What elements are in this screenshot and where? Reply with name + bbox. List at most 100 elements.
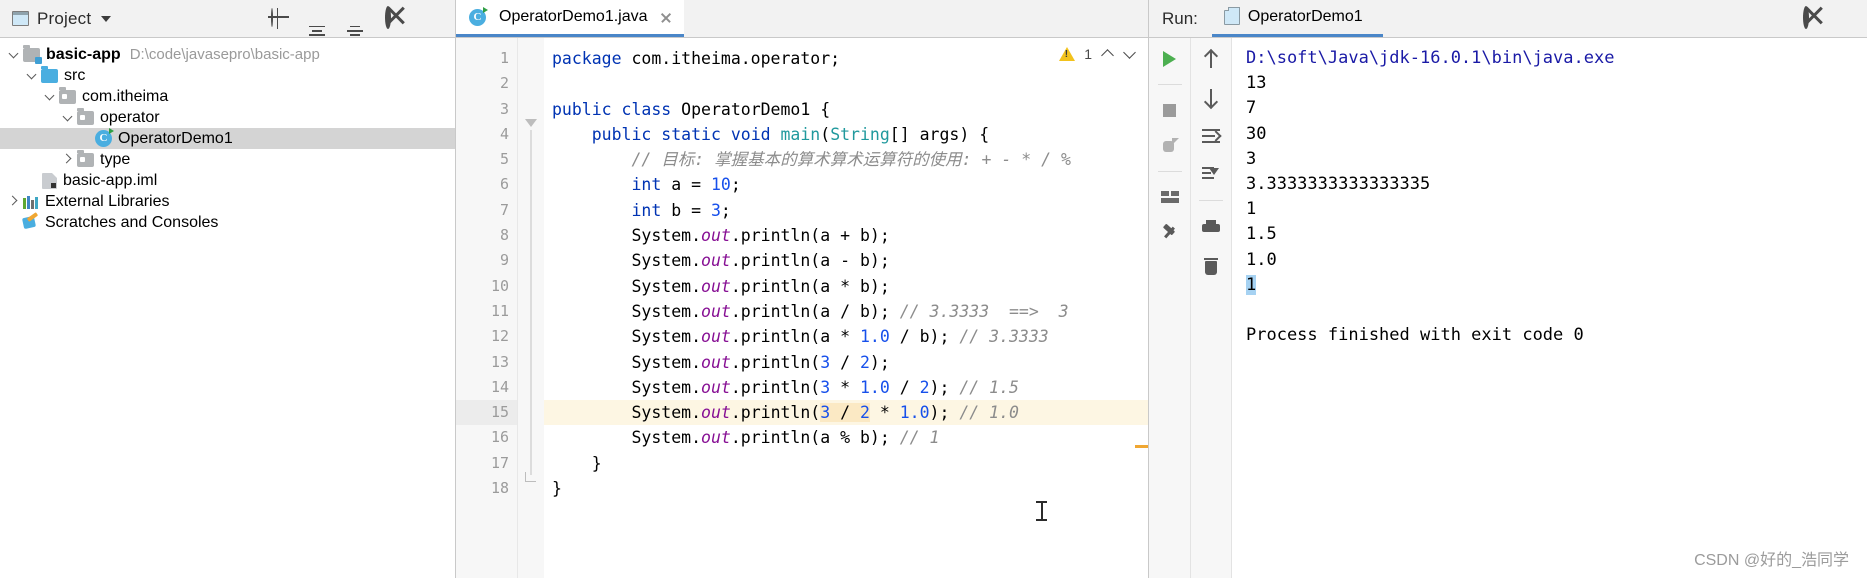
gear-icon[interactable]	[383, 5, 403, 29]
package-icon	[59, 86, 76, 104]
tab-run-operatordemo1[interactable]: OperatorDemo1	[1211, 0, 1383, 37]
chevron-down-icon[interactable]	[6, 46, 23, 63]
line-number: 13	[490, 352, 509, 371]
package-icon	[77, 149, 94, 167]
pin-icon[interactable]	[1157, 220, 1183, 246]
line-number: 8	[499, 226, 509, 245]
stop-icon[interactable]	[1157, 97, 1183, 123]
warning-triangle-icon	[1059, 47, 1076, 61]
project-tool-window: Project basic-app D:\code\javasepro\basi…	[0, 0, 456, 578]
module-icon	[23, 44, 42, 64]
tree-label: operator	[100, 109, 160, 126]
code-content[interactable]: package com.itheima.operator; public cla…	[544, 38, 1148, 578]
chevron-down-icon[interactable]	[101, 15, 112, 22]
editor-tabbar: C OperatorDemo1.java	[456, 0, 1148, 38]
iml-file-icon	[42, 172, 57, 189]
line-number: 1	[499, 49, 509, 67]
tree-row-external-libraries[interactable]: External Libraries	[0, 191, 455, 212]
tree-row-type[interactable]: type	[0, 149, 455, 170]
locate-icon[interactable]	[269, 7, 289, 29]
chevron-right-icon[interactable]	[60, 151, 77, 168]
chevron-down-icon[interactable]	[1123, 48, 1136, 61]
no-chevron-icon	[6, 214, 23, 231]
run-panel-body: D:\soft\Java\jdk-16.0.1\bin\java.exe 13 …	[1149, 38, 1867, 578]
console-line: Process finished with exit code 0	[1246, 325, 1584, 346]
code-line: System.out.println(a * 1.0 / b); // 3.33…	[552, 327, 1049, 347]
tree-row-scratches-and-consoles[interactable]: Scratches and Consoles	[0, 212, 455, 233]
run-tool-window: Run: OperatorDemo1 D:\soft\Java\jdk-16.0…	[1149, 0, 1867, 578]
down-arrow-icon[interactable]	[1198, 84, 1224, 110]
console-line: 1.0	[1246, 249, 1277, 270]
rerun-failed-tests-icon[interactable]	[1157, 133, 1183, 159]
code-line: System.out.println(a * b);	[552, 276, 890, 296]
scroll-to-end-icon[interactable]	[1198, 160, 1224, 186]
soft-wrap-icon[interactable]	[1198, 122, 1224, 148]
console-line: D:\soft\Java\jdk-16.0.1\bin\java.exe	[1246, 48, 1615, 68]
code-line: }	[552, 479, 562, 499]
tree-row-operatordemo1[interactable]: C OperatorDemo1	[0, 128, 455, 149]
line-number: 6	[499, 175, 509, 194]
code-line: }	[552, 453, 602, 473]
chevron-right-icon[interactable]	[6, 193, 23, 210]
watermark: CSDN @好的_浩同学	[1694, 552, 1849, 569]
project-panel-actions	[269, 5, 445, 37]
chevron-down-icon[interactable]	[24, 67, 41, 84]
project-panel-header: Project	[0, 0, 455, 38]
layout-icon[interactable]	[1157, 184, 1183, 210]
collapse-all-icon[interactable]	[345, 9, 365, 37]
tab-operatordemo1-java[interactable]: C OperatorDemo1.java	[456, 0, 684, 37]
project-title-group[interactable]: Project	[12, 9, 112, 29]
source-folder-icon	[41, 65, 58, 83]
code-line: package com.itheima.operator;	[552, 49, 841, 68]
up-arrow-icon[interactable]	[1198, 46, 1224, 72]
tree-label: basic-app.iml	[63, 172, 158, 189]
tree-label: basic-app	[46, 46, 121, 63]
run-config-icon	[1223, 6, 1240, 25]
console-output[interactable]: D:\soft\Java\jdk-16.0.1\bin\java.exe 13 …	[1232, 38, 1867, 578]
print-icon[interactable]	[1198, 215, 1224, 241]
run-icon[interactable]	[1157, 46, 1183, 72]
tree-row-com-itheima[interactable]: com.itheima	[0, 86, 455, 107]
code-line: public static void main(String[] args) {	[591, 124, 990, 144]
hide-panel-icon[interactable]	[1837, 9, 1857, 29]
console-line: 1.5	[1246, 224, 1277, 245]
chevron-down-icon[interactable]	[60, 109, 77, 126]
expand-all-icon[interactable]	[307, 9, 327, 37]
run-panel-header: Run: OperatorDemo1	[1149, 0, 1867, 38]
editor-gutter[interactable]: 1 2 3 4 5 6 7 8 9 10 11 12 13 14 15 16 1…	[456, 38, 547, 578]
code-line: int a = 10;	[631, 175, 741, 195]
chevron-up-icon[interactable]	[1101, 48, 1114, 61]
close-icon[interactable]	[659, 11, 672, 24]
chevron-down-icon[interactable]	[42, 88, 59, 105]
fold-collapse-icon[interactable]	[525, 119, 537, 127]
code-line: System.out.println(3 / 2 * 1.0); // 1.0	[544, 400, 1148, 426]
line-number: 15	[456, 400, 547, 426]
tree-row-operator[interactable]: operator	[0, 107, 455, 128]
tree-row-src[interactable]: src	[0, 65, 455, 86]
clear-all-icon[interactable]	[1198, 253, 1224, 279]
tree-label: com.itheima	[82, 88, 169, 105]
window-icon	[12, 11, 29, 26]
line-number: 4	[456, 122, 534, 147]
ide-window: Project basic-app D:\code\javasepro\basi…	[0, 0, 1867, 578]
tree-label: type	[100, 151, 131, 168]
tree-row-basic-app-iml[interactable]: basic-app.iml	[0, 170, 455, 191]
project-tree: basic-app D:\code\javasepro\basic-app sr…	[0, 38, 455, 578]
toolbar-divider	[1157, 84, 1182, 85]
text-cursor-icon	[1036, 500, 1047, 522]
toolbar-divider	[1199, 200, 1223, 201]
code-line: System.out.println(a + b);	[552, 226, 890, 246]
toolbar-divider	[1157, 171, 1182, 172]
run-panel-actions	[1801, 5, 1857, 29]
gear-icon[interactable]	[1801, 5, 1821, 29]
line-number: 7	[499, 200, 509, 219]
code-line: System.out.println(a % b); // 1	[552, 428, 940, 448]
code-folding-column[interactable]	[518, 38, 544, 578]
warning-count: 1	[1084, 46, 1092, 62]
hide-panel-icon[interactable]	[421, 9, 441, 29]
tree-label: External Libraries	[45, 193, 170, 210]
tree-row-basic-app[interactable]: basic-app D:\code\javasepro\basic-app	[0, 44, 455, 65]
inspection-widget[interactable]: 1	[1059, 46, 1136, 62]
line-number: 9	[499, 251, 509, 270]
scratches-icon	[23, 215, 39, 230]
